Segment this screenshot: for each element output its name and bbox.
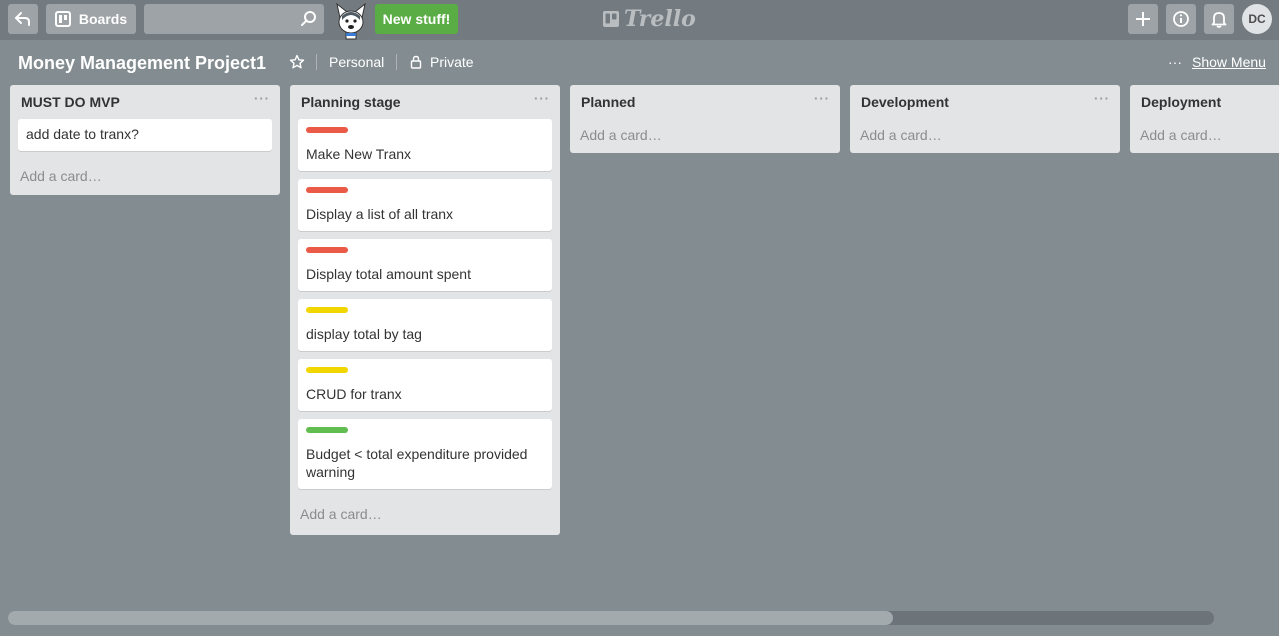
list-development: Development ··· Add a card… — [850, 85, 1120, 153]
list-menu-button[interactable]: ··· — [814, 91, 830, 106]
list-planning-stage: Planning stage ··· Make New Tranx Displa… — [290, 85, 560, 535]
star-icon[interactable] — [289, 54, 305, 70]
card-list: add date to tranx? — [10, 119, 280, 151]
add-card-button[interactable]: Add a card… — [290, 497, 560, 535]
search-icon[interactable] — [300, 10, 318, 28]
card-label-red — [306, 187, 348, 193]
trello-logo-icon — [603, 11, 619, 27]
card-title: CRUD for tranx — [306, 386, 402, 402]
boards-button[interactable]: Boards — [46, 4, 136, 34]
list-header: Development ··· — [850, 85, 1120, 119]
show-menu-link[interactable]: Show Menu — [1192, 53, 1266, 71]
add-button[interactable] — [1128, 4, 1158, 34]
show-menu[interactable]: ··· Show Menu — [1168, 53, 1266, 71]
logo-text: Trello — [624, 6, 696, 32]
card-title: display total by tag — [306, 326, 422, 342]
card[interactable]: display total by tag — [298, 299, 552, 351]
plus-icon — [1136, 12, 1150, 26]
list-header: MUST DO MVP ··· — [10, 85, 280, 119]
lock-icon — [410, 55, 422, 69]
list-header: Planning stage ··· — [290, 85, 560, 119]
info-button[interactable] — [1166, 4, 1196, 34]
card-label-yellow — [306, 307, 348, 313]
card[interactable]: add date to tranx? — [18, 119, 272, 151]
card-title: Display total amount spent — [306, 266, 471, 282]
board-visibility[interactable]: Private — [430, 53, 474, 71]
boards-icon — [54, 11, 71, 27]
scrollbar-thumb[interactable] — [8, 611, 893, 625]
card[interactable]: Budget < total expenditure provided warn… — [298, 419, 552, 489]
add-card-button[interactable]: Add a card… — [1130, 119, 1279, 153]
list-menu-button[interactable]: ··· — [254, 91, 270, 106]
top-header: Boards New stuff! Trello DC — [0, 0, 1279, 40]
list-must-do-mvp: MUST DO MVP ··· add date to tranx? Add a… — [10, 85, 280, 195]
card-label-yellow — [306, 367, 348, 373]
new-stuff-button[interactable]: New stuff! — [375, 4, 458, 34]
boards-label: Boards — [78, 11, 128, 27]
trello-logo[interactable]: Trello — [602, 5, 696, 33]
list-title[interactable]: Planning stage — [301, 94, 401, 110]
info-icon — [1173, 11, 1189, 27]
list-menu-button[interactable]: ··· — [1094, 91, 1110, 106]
add-card-button[interactable]: Add a card… — [10, 159, 280, 195]
card[interactable]: Make New Tranx — [298, 119, 552, 171]
bell-icon — [1211, 12, 1227, 28]
card-title: Display a list of all tranx — [306, 206, 454, 222]
menu-dots-icon: ··· — [1168, 54, 1182, 70]
list-deployment: Deployment Add a card… — [1130, 85, 1279, 153]
list-title[interactable]: Deployment — [1141, 94, 1221, 110]
card[interactable]: Display a list of all tranx — [298, 179, 552, 231]
list-header: Deployment — [1130, 85, 1279, 119]
list-title[interactable]: Development — [861, 94, 949, 110]
list-menu-button[interactable]: ··· — [534, 91, 550, 106]
list-header: Planned ··· — [570, 85, 840, 119]
list-title[interactable]: Planned — [581, 94, 635, 110]
divider — [316, 54, 317, 70]
list-planned: Planned ··· Add a card… — [570, 85, 840, 153]
card-list: Make New Tranx Display a list of all tra… — [290, 119, 560, 489]
board-team[interactable]: Personal — [329, 53, 384, 71]
avatar[interactable]: DC — [1242, 4, 1272, 34]
board-title[interactable]: Money Management Project1 — [18, 51, 266, 75]
card-label-green — [306, 427, 348, 433]
card-title: add date to tranx? — [26, 126, 139, 142]
back-arrow-icon — [15, 12, 30, 26]
taco-mascot-icon[interactable] — [332, 0, 370, 40]
card[interactable]: CRUD for tranx — [298, 359, 552, 411]
card-title: Budget < total expenditure provided warn… — [306, 446, 528, 480]
add-card-button[interactable]: Add a card… — [850, 119, 1120, 153]
card-label-red — [306, 247, 348, 253]
add-card-button[interactable]: Add a card… — [570, 119, 840, 153]
card[interactable]: Display total amount spent — [298, 239, 552, 291]
card-title: Make New Tranx — [306, 146, 412, 162]
list-title[interactable]: MUST DO MVP — [21, 94, 120, 110]
back-button[interactable] — [8, 4, 38, 34]
divider — [396, 54, 397, 70]
card-label-red — [306, 127, 348, 133]
search-input[interactable] — [144, 4, 324, 34]
notifications-button[interactable] — [1204, 4, 1234, 34]
